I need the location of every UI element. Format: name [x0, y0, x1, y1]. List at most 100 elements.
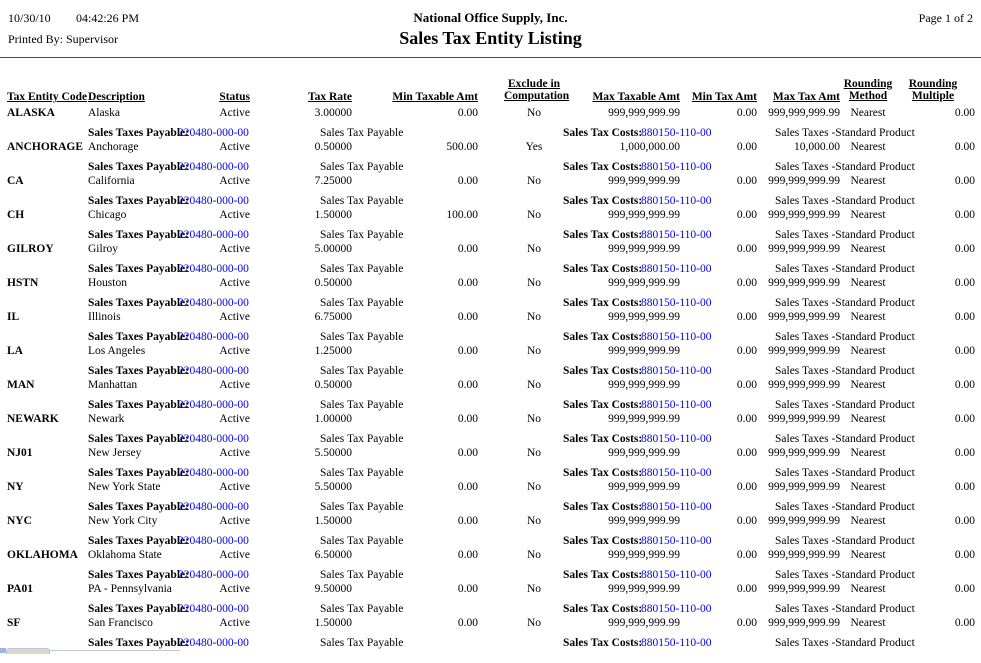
entity-status: Active — [180, 243, 250, 255]
entity-status: Active — [180, 141, 250, 153]
exclude-in-computation: No — [504, 583, 564, 595]
col-header-rounding-method: RoundingMethod — [840, 78, 896, 102]
rounding-multiple: 0.00 — [913, 447, 975, 459]
min-tax-amt: 0.00 — [690, 515, 757, 527]
exclude-in-computation: No — [504, 481, 564, 493]
tax-rate: 6.75000 — [270, 311, 352, 323]
entity-main-row: CH Chicago Active 1.50000 100.00 No 999,… — [0, 209, 981, 223]
max-taxable-amt: 999,999,999.99 — [560, 549, 680, 561]
min-taxable-amt: 0.00 — [390, 481, 478, 493]
entity-main-row: CA California Active 7.25000 0.00 No 999… — [0, 175, 981, 189]
entity-row-block: NJ01 New Jersey Active 5.50000 0.00 No 9… — [0, 443, 981, 477]
max-tax-amt: 999,999,999.99 — [758, 617, 840, 629]
entity-description: Houston — [88, 277, 127, 289]
entity-status: Active — [180, 175, 250, 187]
entity-row-block: OKLAHOMA Oklahoma State Active 6.50000 0… — [0, 545, 981, 579]
exclude-in-computation: No — [504, 617, 564, 629]
min-tax-amt: 0.00 — [690, 209, 757, 221]
max-taxable-amt: 999,999,999.99 — [560, 243, 680, 255]
tax-entity-code: CH — [7, 209, 24, 221]
exclude-in-computation: No — [504, 107, 564, 119]
entity-row-block: NYC New York City Active 1.50000 0.00 No… — [0, 511, 981, 545]
tax-rate: 0.50000 — [270, 379, 352, 391]
max-tax-amt: 999,999,999.99 — [758, 481, 840, 493]
tax-rate: 9.50000 — [270, 583, 352, 595]
entity-row-block: CA California Active 7.25000 0.00 No 999… — [0, 171, 981, 205]
rounding-method: Nearest — [840, 311, 896, 323]
entity-main-row: NJ01 New Jersey Active 5.50000 0.00 No 9… — [0, 447, 981, 461]
entity-status: Active — [180, 345, 250, 357]
rounding-method: Nearest — [840, 243, 896, 255]
tax-rate: 5.00000 — [270, 243, 352, 255]
rounding-multiple: 0.00 — [913, 175, 975, 187]
bottom-scrollbar-tab[interactable] — [6, 648, 50, 654]
report-page: { "page": { "date": "10/30/10", "time": … — [0, 0, 981, 653]
max-taxable-amt: 999,999,999.99 — [560, 447, 680, 459]
tax-rate: 1.50000 — [270, 515, 352, 527]
tax-rate: 0.50000 — [270, 277, 352, 289]
min-tax-amt: 0.00 — [690, 243, 757, 255]
exclude-in-computation: No — [504, 413, 564, 425]
rounding-method: Nearest — [840, 107, 896, 119]
tax-entity-code: PA01 — [7, 583, 33, 595]
max-taxable-amt: 999,999,999.99 — [560, 583, 680, 595]
tax-rate: 5.50000 — [270, 447, 352, 459]
max-tax-amt: 999,999,999.99 — [758, 583, 840, 595]
col-header-max-taxable-amt: Max Taxable Amt — [560, 91, 680, 103]
entity-status: Active — [180, 311, 250, 323]
exclude-in-computation: No — [504, 447, 564, 459]
min-taxable-amt: 0.00 — [390, 515, 478, 527]
entity-main-row: GILROY Gilroy Active 5.00000 0.00 No 999… — [0, 243, 981, 257]
max-tax-amt: 10,000.00 — [758, 141, 840, 153]
min-taxable-amt: 0.00 — [390, 175, 478, 187]
entity-status: Active — [180, 447, 250, 459]
exclude-in-computation: Yes — [504, 141, 564, 153]
max-tax-amt: 999,999,999.99 — [758, 379, 840, 391]
col-header-tax-rate: Tax Rate — [270, 91, 352, 103]
entity-status: Active — [180, 107, 250, 119]
rounding-method: Nearest — [840, 277, 896, 289]
max-tax-amt: 999,999,999.99 — [758, 311, 840, 323]
entity-status: Active — [180, 209, 250, 221]
entity-description: New Jersey — [88, 447, 141, 459]
rounding-multiple: 0.00 — [913, 549, 975, 561]
bottom-window-edge — [0, 647, 981, 653]
bottom-edge-line — [50, 650, 180, 651]
max-taxable-amt: 999,999,999.99 — [560, 107, 680, 119]
entity-row-block: HSTN Houston Active 0.50000 0.00 No 999,… — [0, 273, 981, 307]
entity-main-row: HSTN Houston Active 0.50000 0.00 No 999,… — [0, 277, 981, 291]
entity-description: Alaska — [88, 107, 120, 119]
entity-description: Gilroy — [88, 243, 118, 255]
tax-rate: 7.25000 — [270, 175, 352, 187]
entity-main-row: NYC New York City Active 1.50000 0.00 No… — [0, 515, 981, 529]
entity-main-row: LA Los Angeles Active 1.25000 0.00 No 99… — [0, 345, 981, 359]
rounding-method: Nearest — [840, 379, 896, 391]
tax-rate: 1.25000 — [270, 345, 352, 357]
entity-main-row: PA01 PA - Pennsylvania Active 9.50000 0.… — [0, 583, 981, 597]
entity-status: Active — [180, 515, 250, 527]
rounding-multiple: 0.00 — [913, 243, 975, 255]
max-tax-amt: 999,999,999.99 — [758, 515, 840, 527]
min-tax-amt: 0.00 — [690, 379, 757, 391]
min-tax-amt: 0.00 — [690, 617, 757, 629]
exclude-in-computation: No — [504, 379, 564, 391]
max-tax-amt: 999,999,999.99 — [758, 345, 840, 357]
rounding-method: Nearest — [840, 481, 896, 493]
min-taxable-amt: 0.00 — [390, 311, 478, 323]
min-taxable-amt: 0.00 — [390, 549, 478, 561]
col-header-tax-entity-code: Tax Entity Code — [7, 91, 87, 103]
rounding-multiple: 0.00 — [913, 277, 975, 289]
col-header-min-tax-amt: Min Tax Amt — [690, 91, 757, 103]
tax-entity-code: OKLAHOMA — [7, 549, 78, 561]
page-number: Page 1 of 2 — [781, 11, 973, 26]
col-header-rounding-multiple: RoundingMultiple — [900, 78, 966, 102]
entity-row-block: NEWARK Newark Active 1.00000 0.00 No 999… — [0, 409, 981, 443]
entity-description: Oklahoma State — [88, 549, 162, 561]
tax-entity-code: GILROY — [7, 243, 54, 255]
entity-description: Los Angeles — [88, 345, 145, 357]
entity-main-row: NY New York State Active 5.50000 0.00 No… — [0, 481, 981, 495]
min-taxable-amt: 500.00 — [390, 141, 478, 153]
min-tax-amt: 0.00 — [690, 141, 757, 153]
entity-main-row: SF San Francisco Active 1.50000 0.00 No … — [0, 617, 981, 631]
tax-entity-code: SF — [7, 617, 20, 629]
